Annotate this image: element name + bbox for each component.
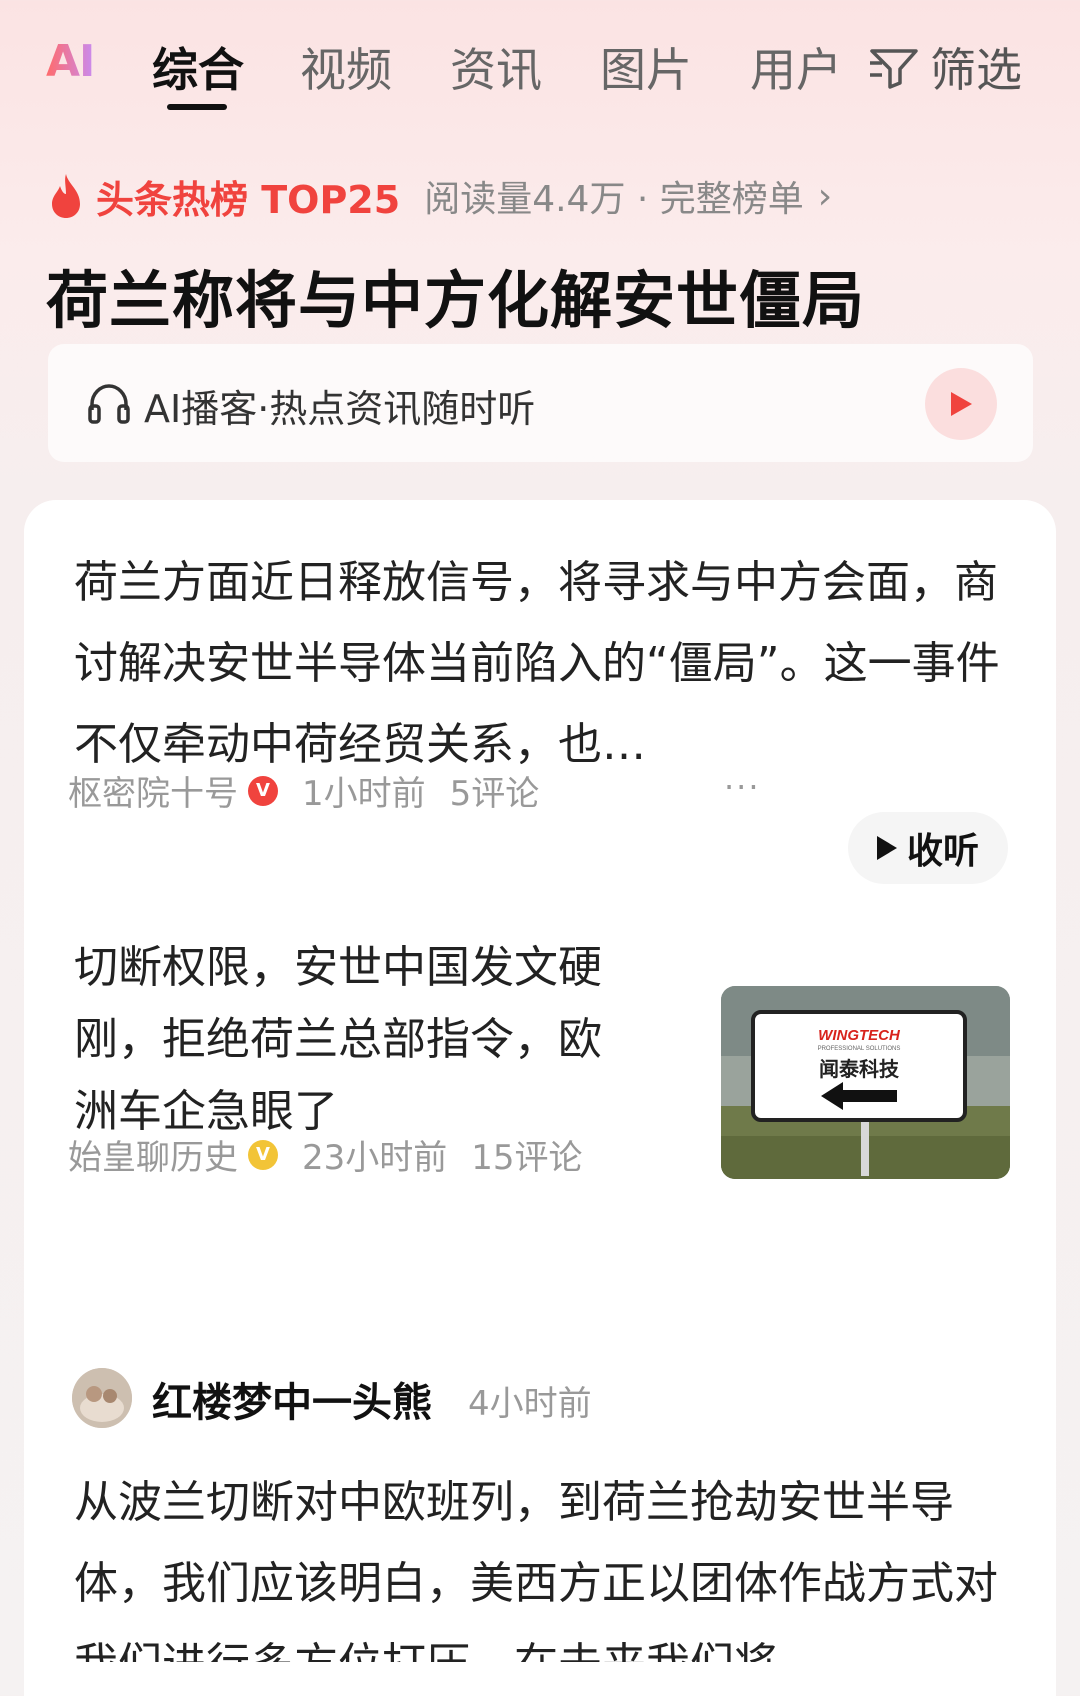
article-1-meta: 枢密院十号 V 1小时前 5评论 — [68, 766, 539, 815]
avatar[interactable] — [72, 1368, 132, 1428]
article-2-author[interactable]: 始皇聊历史 — [68, 1130, 238, 1179]
hot-list-title: 头条热榜 TOP25 — [96, 177, 401, 222]
tab-users[interactable]: 用户 — [750, 34, 842, 100]
play-icon — [951, 392, 972, 416]
flame-icon — [52, 174, 80, 218]
article-2-time: 23小时前 — [302, 1138, 448, 1178]
article-1-comments[interactable]: 5评论 — [450, 766, 540, 815]
filter-button[interactable]: 筛选 — [868, 34, 1022, 100]
headphones-icon — [88, 384, 130, 424]
listen-label: 收听 — [906, 831, 979, 872]
article-3-time: 4小时前 — [468, 1384, 592, 1424]
top-tab-bar: AI 综合 视频 资讯 图片 用户 筛选 — [0, 0, 1080, 130]
article-1-text[interactable]: 荷兰方面近日释放信号，将寻求与中方会面，商讨解决安世半导体当前陷入的“僵局”。这… — [74, 542, 1014, 785]
thumb-sub-text: PROFESSIONAL SOLUTIONS — [818, 1046, 901, 1052]
verified-gold-icon: V — [248, 1139, 278, 1170]
hot-list-row[interactable]: 头条热榜 TOP25 阅读量4.4万 · 完整榜单 › — [46, 168, 832, 224]
tab-news[interactable]: 资讯 — [450, 34, 542, 100]
hot-list-meta: 阅读量4.4万 · 完整榜单 — [424, 179, 804, 220]
hot-headline[interactable]: 荷兰称将与中方化解安世僵局 — [46, 250, 865, 340]
feed-card: 荷兰方面近日释放信号，将寻求与中方会面，商讨解决安世半导体当前陷入的“僵局”。这… — [24, 500, 1056, 1696]
ai-logo[interactable]: AI — [46, 36, 95, 87]
article-2-comments[interactable]: 15评论 — [471, 1130, 582, 1179]
article-2-meta: 始皇聊历史 V 23小时前 15评论 — [68, 1130, 583, 1179]
article-2-text[interactable]: 切断权限，安世中国发文硬刚，拒绝荷兰总部指令，欧洲车企急眼了 — [74, 932, 634, 1148]
ai-podcast-bar[interactable]: AI播客·热点资讯随时听 — [48, 344, 1033, 462]
thumb-cn-text: 闻泰科技 — [819, 1057, 900, 1081]
article-3-author[interactable]: 红楼梦中一头熊 — [152, 1370, 432, 1428]
play-button[interactable] — [925, 368, 997, 440]
chevron-right-icon: › — [817, 175, 833, 217]
article-3-text[interactable]: 从波兰切断对中欧班列，到荷兰抢劫安世半导体，我们应该明白，美西方正以团体作战方式… — [74, 1462, 1014, 1662]
thumb-brand-text: WINGTECH — [818, 1027, 901, 1044]
filter-label: 筛选 — [930, 43, 1022, 97]
more-options-icon[interactable]: ··· — [724, 768, 761, 806]
article-1-time: 1小时前 — [302, 774, 426, 814]
play-icon — [876, 836, 897, 860]
article-1-author[interactable]: 枢密院十号 — [68, 766, 238, 815]
active-tab-indicator — [167, 104, 227, 110]
verified-red-icon: V — [248, 775, 278, 806]
filter-icon — [870, 49, 918, 89]
listen-button[interactable]: 收听 — [848, 812, 1008, 884]
tab-video[interactable]: 视频 — [300, 34, 392, 100]
tab-images[interactable]: 图片 — [600, 34, 692, 100]
article-2-thumbnail[interactable]: WINGTECH PROFESSIONAL SOLUTIONS 闻泰科技 — [721, 986, 1010, 1179]
tab-comprehensive[interactable]: 综合 — [152, 34, 244, 100]
podcast-label: AI播客·热点资讯随时听 — [144, 387, 536, 431]
